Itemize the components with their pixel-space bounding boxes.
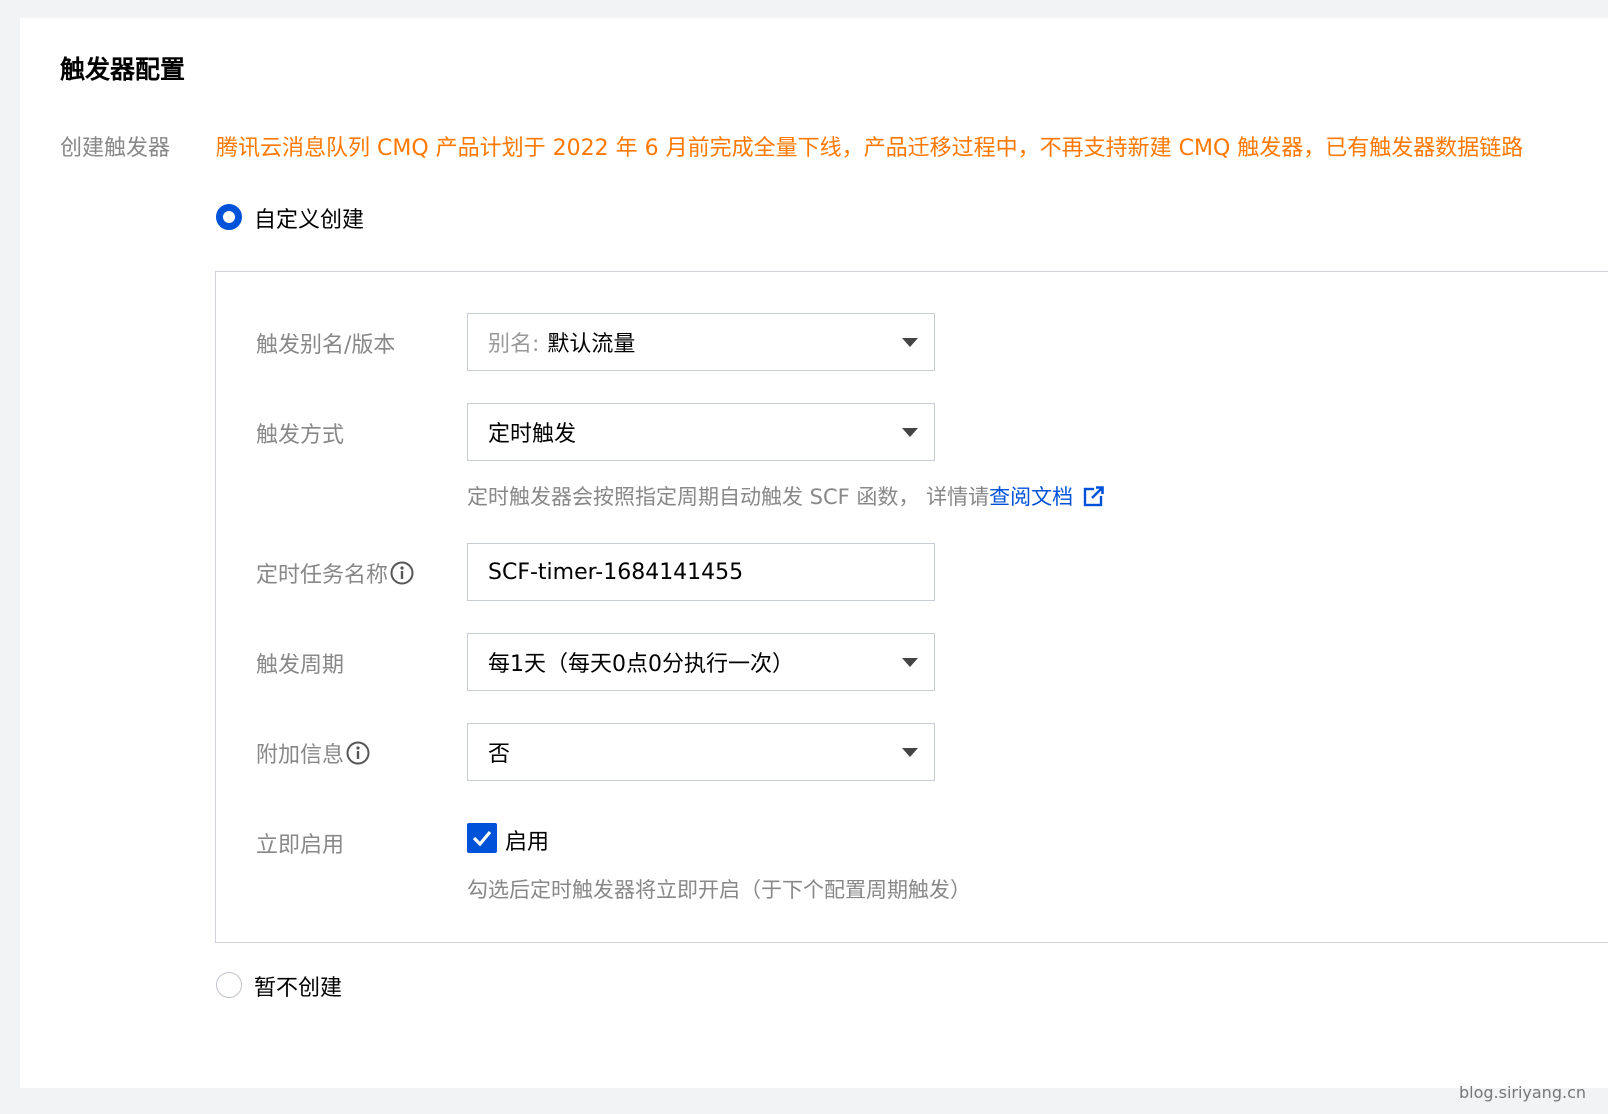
section-title: 触发器配置 bbox=[60, 55, 186, 84]
radio-custom-create-label[interactable]: 自定义创建 bbox=[254, 202, 364, 234]
trigger-method-select[interactable]: 定时触发 bbox=[467, 403, 935, 461]
info-icon[interactable] bbox=[346, 741, 370, 765]
task-name-label-text: 定时任务名称 bbox=[256, 563, 389, 588]
extra-info-select[interactable]: 否 bbox=[467, 723, 935, 781]
alias-version-select[interactable]: 别名: 默认流量 bbox=[467, 313, 935, 371]
radio-no-create[interactable] bbox=[216, 972, 242, 998]
task-name-input[interactable]: SCF-timer-1684141455 bbox=[467, 543, 935, 601]
radio-no-create-label[interactable]: 暂不创建 bbox=[254, 970, 342, 1002]
trigger-method-label: 触发方式 bbox=[256, 423, 345, 448]
watermark: blog.siriyang.cn bbox=[1458, 1083, 1586, 1102]
cmq-notice: 腾讯云消息队列 CMQ 产品计划于 2022 年 6 月前完成全量下线，产品迁移… bbox=[216, 136, 1524, 161]
task-name-value: SCF-timer-1684141455 bbox=[488, 559, 744, 585]
trigger-method-hint-text: 定时触发器会按照指定周期自动触发 SCF 函数， 详情请 bbox=[467, 485, 990, 509]
trigger-period-label: 触发周期 bbox=[256, 653, 345, 678]
enable-now-label: 立即启用 bbox=[256, 833, 345, 858]
docs-link[interactable]: 查阅文档 bbox=[989, 481, 1073, 511]
create-trigger-label: 创建触发器 bbox=[60, 136, 171, 161]
chevron-down-icon bbox=[902, 658, 918, 667]
task-name-label: 定时任务名称 bbox=[256, 557, 414, 589]
chevron-down-icon bbox=[902, 748, 918, 757]
checkmark-icon bbox=[472, 830, 492, 847]
extra-info-value: 否 bbox=[488, 742, 511, 767]
radio-custom-create[interactable] bbox=[216, 204, 242, 230]
trigger-method-value: 定时触发 bbox=[488, 422, 577, 447]
external-link-icon[interactable] bbox=[1083, 485, 1105, 507]
custom-config-panel: 触发别名/版本 别名: 默认流量 触发方式 定时触发 定时触发器会按照指定周期自… bbox=[215, 271, 1608, 943]
chevron-down-icon bbox=[902, 338, 918, 347]
trigger-method-hint: 定时触发器会按照指定周期自动触发 SCF 函数， 详情请 查阅文档 bbox=[467, 481, 1105, 511]
trigger-config-card: 触发器配置 创建触发器 腾讯云消息队列 CMQ 产品计划于 2022 年 6 月… bbox=[20, 18, 1608, 1088]
chevron-down-icon bbox=[902, 428, 918, 437]
info-icon[interactable] bbox=[390, 561, 414, 585]
enable-checkbox[interactable] bbox=[467, 823, 497, 853]
alias-version-label: 触发别名/版本 bbox=[256, 333, 396, 358]
extra-info-label-text: 附加信息 bbox=[256, 743, 345, 768]
enable-hint: 勾选后定时触发器将立即开启（于下个配置周期触发） bbox=[467, 878, 971, 902]
alias-prefix: 别名: bbox=[488, 332, 540, 357]
trigger-period-value: 每1天（每天0点0分执行一次） bbox=[488, 652, 794, 677]
trigger-period-select[interactable]: 每1天（每天0点0分执行一次） bbox=[467, 633, 935, 691]
enable-checkbox-label[interactable]: 启用 bbox=[505, 824, 549, 856]
alias-value: 默认流量 bbox=[547, 332, 636, 357]
extra-info-label: 附加信息 bbox=[256, 737, 370, 769]
